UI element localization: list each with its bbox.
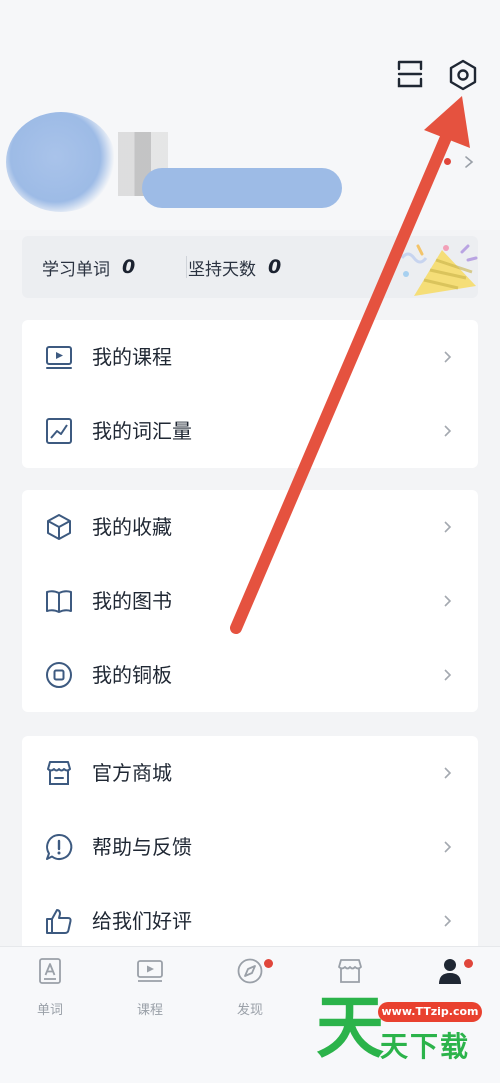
tab-discover-label: 发现 xyxy=(236,1003,263,1018)
menu-item-my-coins[interactable]: 我的铜板 xyxy=(22,638,478,712)
book-icon xyxy=(46,590,72,613)
menu-item-label: 我的铜板 xyxy=(92,663,172,687)
shop-icon xyxy=(338,959,362,983)
course-monitor-icon xyxy=(46,346,72,369)
tab-discover[interactable]: 发现 xyxy=(200,947,300,1027)
chevron-right-icon xyxy=(444,351,452,363)
menu-item-my-books[interactable]: 我的图书 xyxy=(22,564,478,638)
chevron-right-icon xyxy=(444,841,452,853)
scan-icon[interactable] xyxy=(394,58,426,90)
watermark-text: 天下载 xyxy=(380,1030,471,1063)
menu-card-assets: 我的收藏 我的图书 我的铜板 xyxy=(22,490,478,712)
menu-item-label: 我的图书 xyxy=(92,589,172,613)
menu-card-learning: 我的课程 我的词汇量 xyxy=(22,320,478,468)
chevron-right-icon xyxy=(444,595,452,607)
tab-courses-label: 课程 xyxy=(136,1003,163,1018)
tab-courses[interactable]: 课程 xyxy=(100,947,200,1027)
stats-divider xyxy=(186,256,187,278)
profile-header xyxy=(0,0,500,230)
menu-item-label: 我的收藏 xyxy=(92,515,172,539)
tab-words-label: 单词 xyxy=(36,1003,63,1018)
stat-words-value: 0 xyxy=(122,256,136,278)
stat-days-label: 坚持天数 xyxy=(188,259,256,280)
avatar[interactable] xyxy=(6,112,116,212)
watermark-url: www.TTzip.com xyxy=(378,1002,482,1022)
help-feedback-icon xyxy=(46,833,73,860)
menu-item-my-favorites[interactable]: 我的收藏 xyxy=(22,490,478,564)
profile-icon xyxy=(439,959,461,984)
store-icon xyxy=(47,761,71,785)
stat-days-value: 0 xyxy=(268,256,282,278)
settings-hexagon-icon[interactable] xyxy=(446,58,480,92)
profile-badge-dot xyxy=(464,959,473,968)
notification-dot xyxy=(444,158,451,165)
menu-item-my-vocabulary[interactable]: 我的词汇量 xyxy=(22,394,478,468)
menu-item-label: 我的课程 xyxy=(92,345,172,369)
menu-item-my-courses[interactable]: 我的课程 xyxy=(22,320,478,394)
discover-badge-dot xyxy=(264,959,273,968)
menu-item-help-feedback[interactable]: 帮助与反馈 xyxy=(22,810,478,884)
word-card-icon xyxy=(39,958,61,984)
chevron-right-icon xyxy=(444,767,452,779)
menu-item-label: 我的词汇量 xyxy=(92,419,192,443)
learning-stats-card: 学习单词 0 坚持天数 0 xyxy=(22,236,478,298)
thumbs-up-icon xyxy=(46,909,72,934)
party-popper-icon xyxy=(400,244,478,296)
chevron-right-icon[interactable] xyxy=(462,153,476,171)
coin-icon xyxy=(46,662,72,688)
chevron-right-icon xyxy=(444,425,452,437)
tab-words[interactable]: 单词 xyxy=(0,947,100,1027)
chevron-right-icon xyxy=(444,915,452,927)
chevron-right-icon xyxy=(444,669,452,681)
menu-card-service: 官方商城 帮助与反馈 给我们好评 xyxy=(22,736,478,958)
compass-icon xyxy=(237,958,263,984)
stat-words: 学习单词 0 xyxy=(42,236,135,298)
stat-days: 坚持天数 0 xyxy=(188,236,281,298)
menu-item-label: 官方商城 xyxy=(92,761,172,785)
menu-item-label: 帮助与反馈 xyxy=(92,835,192,859)
username-redacted xyxy=(142,168,342,208)
stat-words-label: 学习单词 xyxy=(42,259,110,280)
favorites-cube-icon xyxy=(47,514,71,540)
course-icon xyxy=(137,960,163,982)
menu-item-official-store[interactable]: 官方商城 xyxy=(22,736,478,810)
watermark-logo: 天 xyxy=(315,988,384,1068)
vocabulary-chart-icon xyxy=(46,418,72,444)
chevron-right-icon xyxy=(444,521,452,533)
